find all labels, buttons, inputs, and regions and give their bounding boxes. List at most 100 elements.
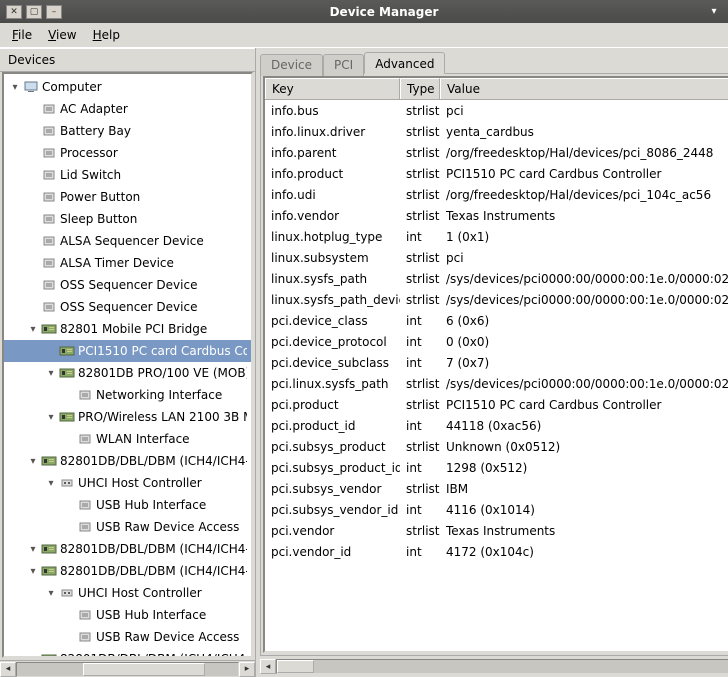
tab-pci[interactable]: PCI [323, 54, 364, 76]
column-header-key[interactable]: Key [265, 78, 400, 99]
menu-view[interactable]: View [42, 26, 82, 44]
table-row[interactable]: pci.linux.sysfs_pathstrlist/sys/devices/… [265, 373, 728, 394]
table-row[interactable]: linux.sysfs_path_devicestrlist/sys/devic… [265, 289, 728, 310]
expander-icon[interactable]: ▾ [44, 368, 58, 379]
tree-row[interactable]: ALSA Sequencer Device [4, 230, 251, 252]
expander-icon[interactable]: ▾ [44, 588, 58, 599]
table-row[interactable]: info.productstrlistPCI1510 PC card Cardb… [265, 163, 728, 184]
tree-item-label: 82801 Mobile PCI Bridge [60, 322, 207, 336]
expander-icon[interactable]: ▾ [26, 566, 40, 577]
tree-row[interactable]: OSS Sequencer Device [4, 274, 251, 296]
tree-row[interactable]: USB Hub Interface [4, 604, 251, 626]
cell-value: 7 (0x7) [440, 356, 728, 370]
tree-row[interactable]: Power Button [4, 186, 251, 208]
table-row[interactable]: pci.subsys_product_idint1298 (0x512) [265, 457, 728, 478]
menu-help[interactable]: Help [87, 26, 126, 44]
tree-row[interactable]: ▾UHCI Host Controller [4, 472, 251, 494]
tree-row[interactable]: ▾UHCI Host Controller [4, 582, 251, 604]
table-row[interactable]: pci.device_protocolint0 (0x0) [265, 331, 728, 352]
usb-icon [58, 476, 76, 490]
expander-icon[interactable]: ▾ [44, 478, 58, 489]
table-row[interactable]: pci.subsys_vendor_idint4116 (0x1014) [265, 499, 728, 520]
table-row[interactable]: info.vendorstrlistTexas Instruments [265, 205, 728, 226]
tree-row[interactable]: ALSA Timer Device [4, 252, 251, 274]
tree-row[interactable]: USB Hub Interface [4, 494, 251, 516]
cell-value: pci [440, 251, 728, 265]
cell-value: /org/freedesktop/Hal/devices/pci_8086_24… [440, 146, 728, 160]
cell-key: pci.product_id [265, 419, 400, 433]
device-tree[interactable]: ▾ComputerAC AdapterBattery BayProcessorL… [4, 74, 251, 658]
tree-row[interactable]: OSS Sequencer Device [4, 296, 251, 318]
tree-row[interactable]: Networking Interface [4, 384, 251, 406]
tree-row[interactable]: ▾82801DB/DBL/DBM (ICH4/ICH4-L [4, 560, 251, 582]
table-row[interactable]: linux.hotplug_typeint1 (0x1) [265, 226, 728, 247]
card-icon [40, 454, 58, 468]
table-row[interactable]: pci.subsys_vendorstrlistIBM [265, 478, 728, 499]
cell-key: pci.vendor_id [265, 545, 400, 559]
scroll-thumb[interactable] [277, 660, 314, 673]
scroll-right-arrow[interactable]: ▸ [239, 662, 255, 677]
tree-row[interactable]: PCI1510 PC card Cardbus Contr [4, 340, 251, 362]
tree-row[interactable]: Battery Bay [4, 120, 251, 142]
tree-row[interactable]: Processor [4, 142, 251, 164]
window-close-button[interactable]: ✕ [6, 5, 22, 19]
tree-row[interactable]: USB Raw Device Access [4, 626, 251, 648]
table-row[interactable]: pci.productstrlistPCI1510 PC card Cardbu… [265, 394, 728, 415]
properties-hscrollbar[interactable]: ◂ ▸ [260, 658, 728, 675]
window-minimize-button[interactable]: – [46, 5, 62, 19]
window-menu-button[interactable]: ▾ [706, 5, 722, 19]
table-row[interactable]: pci.vendorstrlistTexas Instruments [265, 520, 728, 541]
table-row[interactable]: pci.device_subclassint7 (0x7) [265, 352, 728, 373]
expander-icon[interactable]: ▾ [26, 324, 40, 335]
tree-row[interactable]: ▾PRO/Wireless LAN 2100 3B Min [4, 406, 251, 428]
expander-icon[interactable]: ▾ [8, 82, 22, 93]
tree-item-label: USB Hub Interface [96, 608, 206, 622]
scroll-left-arrow[interactable]: ◂ [260, 659, 276, 674]
column-header-value[interactable]: Value [440, 78, 728, 99]
expander-icon[interactable]: ▾ [26, 654, 40, 659]
table-row[interactable]: info.busstrlistpci [265, 100, 728, 121]
cell-key: linux.sysfs_path [265, 272, 400, 286]
expander-icon[interactable]: ▾ [26, 456, 40, 467]
scroll-left-arrow[interactable]: ◂ [0, 662, 16, 677]
tree-row[interactable]: ▾ 82801 Mobile PCI Bridge [4, 318, 251, 340]
cell-value: /sys/devices/pci0000:00/0000:00:1e.0/000… [440, 293, 728, 307]
tree-row[interactable]: Sleep Button [4, 208, 251, 230]
table-row[interactable]: pci.device_classint6 (0x6) [265, 310, 728, 331]
table-row[interactable]: info.udistrlist/org/freedesktop/Hal/devi… [265, 184, 728, 205]
scroll-track[interactable] [16, 662, 239, 677]
tree-row[interactable]: ▾82801DB/DBL/DBM (ICH4/ICH4-L [4, 538, 251, 560]
tree-row[interactable]: USB Raw Device Access [4, 516, 251, 538]
menu-file[interactable]: File [6, 26, 38, 44]
table-row[interactable]: pci.subsys_productstrlistUnknown (0x0512… [265, 436, 728, 457]
tree-row[interactable]: Lid Switch [4, 164, 251, 186]
table-row[interactable]: linux.sysfs_pathstrlist/sys/devices/pci0… [265, 268, 728, 289]
tree-row[interactable]: ▾82801DB/DBL/DBM (ICH4/ICH4-L [4, 450, 251, 472]
tree-item-label: Sleep Button [60, 212, 137, 226]
tab-advanced[interactable]: Advanced [364, 52, 445, 74]
window-maximize-button[interactable]: ▢ [26, 5, 42, 19]
table-row[interactable]: info.linux.driverstrlistyenta_cardbus [265, 121, 728, 142]
tree-row[interactable]: AC Adapter [4, 98, 251, 120]
chip-icon [76, 630, 94, 644]
table-row[interactable]: pci.vendor_idint4172 (0x104c) [265, 541, 728, 562]
tree-item-label: USB Hub Interface [96, 498, 206, 512]
expander-icon[interactable]: ▾ [26, 544, 40, 555]
tree-item-label: 82801DB/DBL/DBM (ICH4/ICH4-L [60, 652, 247, 658]
cell-type: strlist [400, 251, 440, 265]
column-header-type[interactable]: Type [400, 78, 440, 99]
table-row[interactable]: pci.product_idint44118 (0xac56) [265, 415, 728, 436]
expander-icon[interactable]: ▾ [44, 412, 58, 423]
tree-row[interactable]: WLAN Interface [4, 428, 251, 450]
tree-hscrollbar[interactable]: ◂ ▸ [0, 660, 255, 677]
tab-device[interactable]: Device [260, 54, 323, 76]
cell-type: strlist [400, 146, 440, 160]
scroll-thumb[interactable] [83, 663, 205, 676]
tree-row[interactable]: ▾Computer [4, 76, 251, 98]
tree-row[interactable]: ▾ 82801DB/DBL/DBM (ICH4/ICH4-L [4, 648, 251, 658]
tree-row[interactable]: ▾82801DB PRO/100 VE (MOB) Et [4, 362, 251, 384]
table-row[interactable]: info.parentstrlist/org/freedesktop/Hal/d… [265, 142, 728, 163]
table-row[interactable]: linux.subsystemstrlistpci [265, 247, 728, 268]
scroll-track[interactable] [276, 659, 728, 674]
tree-item-label: USB Raw Device Access [96, 520, 239, 534]
